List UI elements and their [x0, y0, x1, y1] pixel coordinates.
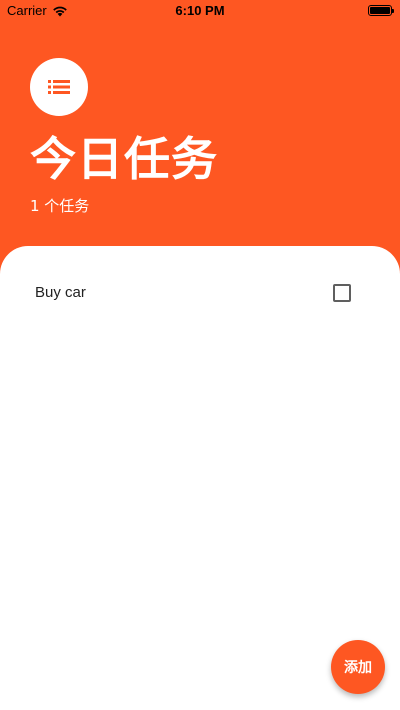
- page-title: 今日任务: [30, 132, 218, 186]
- add-task-button[interactable]: 添加: [331, 640, 385, 694]
- list-badge[interactable]: [30, 58, 88, 116]
- list-icon: [48, 80, 70, 94]
- task-row[interactable]: Buy car: [0, 276, 400, 310]
- task-label: Buy car: [35, 284, 86, 301]
- status-time: 6:10 PM: [175, 3, 225, 18]
- status-bar: Carrier 6:10 PM: [0, 0, 400, 22]
- battery-level: [370, 7, 390, 14]
- task-count: 1 个任务: [30, 197, 90, 215]
- task-checkbox[interactable]: [333, 284, 351, 302]
- task-list-sheet: Buy car: [0, 246, 400, 710]
- battery-icon: [368, 5, 394, 16]
- app-screen: Carrier 6:10 PM 今日任务 1 个任务 Buy car 添加: [0, 0, 400, 710]
